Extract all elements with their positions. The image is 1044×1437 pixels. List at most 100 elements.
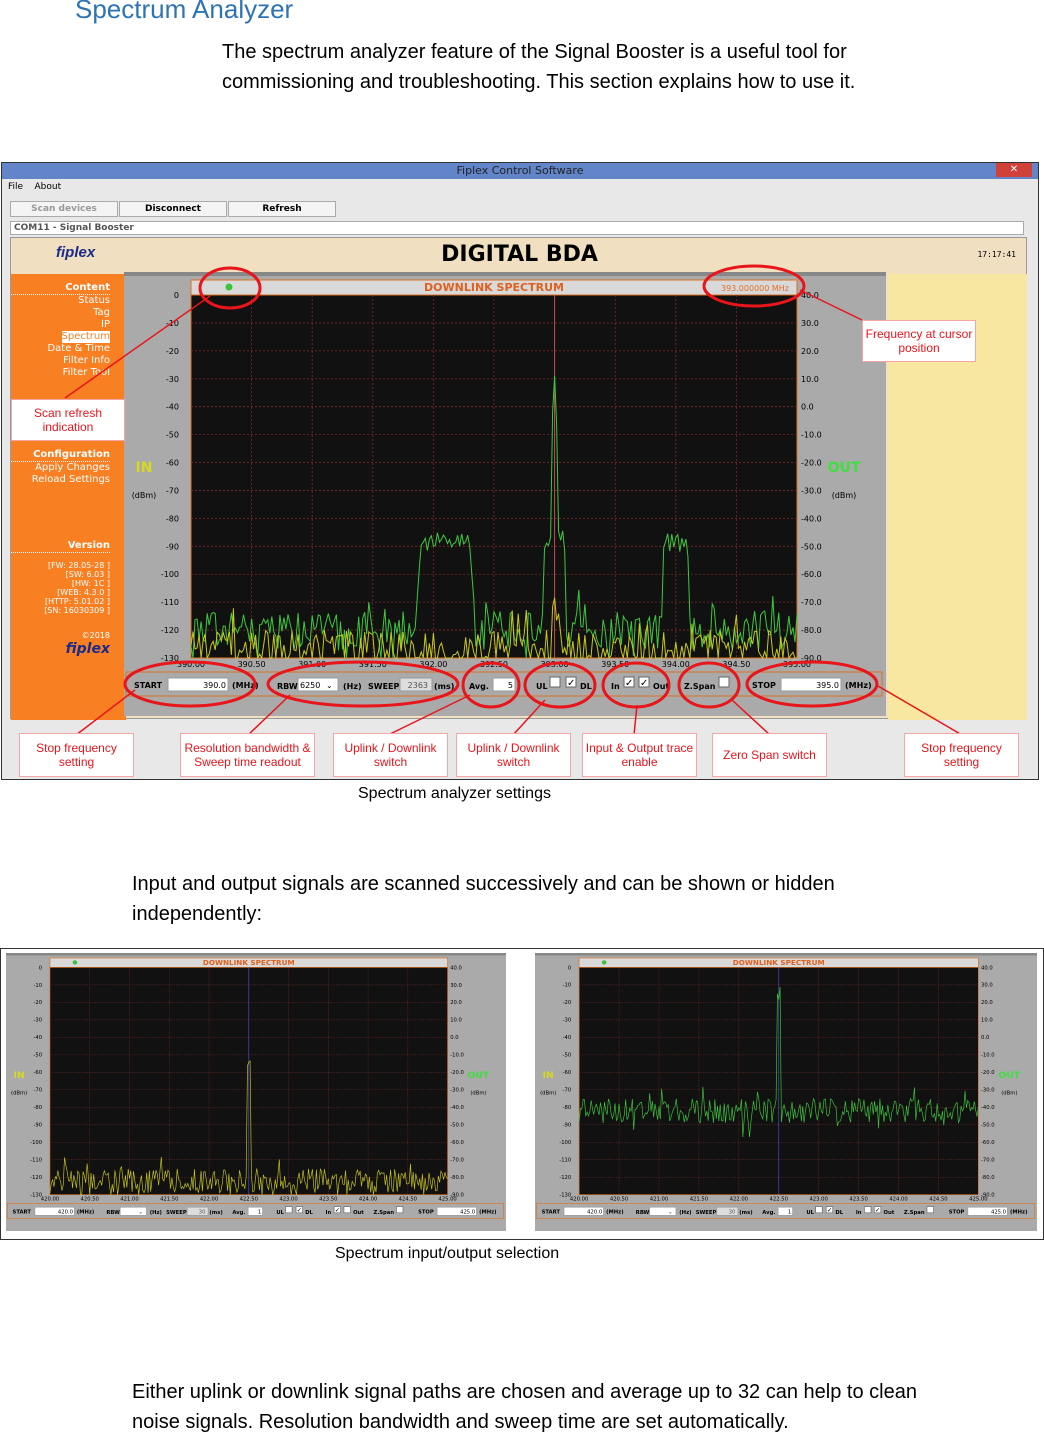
left-tick-label: -30: [563, 1018, 572, 1024]
right-tick-label: 0.0: [450, 1035, 458, 1041]
spectrum-title: DOWNLINK SPECTRUM: [203, 958, 295, 967]
callout-scan-refresh: Scan refresh indication: [11, 399, 125, 441]
left-tick-label: -20: [34, 1000, 43, 1006]
callout-ul-dl-2: Uplink / Downlink switch: [456, 733, 571, 777]
zero-span-checkbox[interactable]: [396, 1206, 404, 1214]
right-tick-label: -20.0: [450, 1070, 464, 1076]
left-tick-label: -40: [34, 1035, 43, 1041]
ul-label: UL: [806, 1210, 814, 1216]
in-axis-unit: (dBm): [11, 1091, 27, 1097]
right-tick-label: 40.0: [450, 965, 462, 971]
ul-checkbox[interactable]: [285, 1206, 293, 1214]
callout-pointer-line: [75, 689, 136, 736]
rbw-unit: (Hz): [150, 1210, 162, 1216]
avg-label: Avg.: [232, 1210, 245, 1216]
highlight-ellipse: [601, 661, 671, 709]
callout-stop-frequency: Stop frequency setting: [904, 733, 1019, 777]
left-tick-label: -10: [563, 983, 572, 989]
rbw-unit: (Hz): [679, 1210, 691, 1216]
x-tick-label: 424.00: [889, 1196, 907, 1202]
dl-label: DL: [835, 1210, 843, 1216]
zero-span-label: Z.Span: [904, 1210, 925, 1216]
left-tick-label: -100: [30, 1140, 42, 1146]
sweep-value: 30: [729, 1210, 736, 1216]
callout-pointer-line: [633, 704, 638, 736]
left-tick-label: -50: [563, 1053, 572, 1059]
left-tick-label: -40: [563, 1035, 572, 1041]
checkmark-icon: ✓: [827, 1206, 833, 1214]
x-tick-label: 421.00: [120, 1196, 138, 1202]
stop-unit: (MHz): [1010, 1210, 1027, 1216]
x-tick-label: 423.00: [809, 1196, 827, 1202]
highlight-ellipse: [198, 266, 262, 310]
callout-pointer-line: [64, 295, 211, 399]
highlight-ellipse: [461, 661, 521, 709]
right-tick-label: 20.0: [981, 1000, 993, 1006]
right-tick-label: -30.0: [981, 1088, 995, 1094]
left-tick-label: -80: [34, 1105, 43, 1111]
in-label: In: [326, 1210, 332, 1216]
ul-checkbox[interactable]: [815, 1206, 823, 1214]
right-tick-label: 20.0: [450, 1000, 462, 1006]
right-tick-label: 40.0: [981, 965, 993, 971]
x-tick-label: 420.00: [570, 1196, 588, 1202]
left-tick-label: -100: [559, 1140, 571, 1146]
x-tick-label: 424.00: [359, 1196, 377, 1202]
highlight-ellipse: [123, 660, 257, 708]
dl-label: DL: [305, 1210, 313, 1216]
callout-pointer-line: [799, 289, 863, 321]
left-tick-label: -90: [563, 1123, 572, 1129]
sweep-unit: (ms): [209, 1210, 222, 1216]
in-trace-checkbox[interactable]: [864, 1206, 872, 1214]
left-tick-label: -110: [30, 1158, 42, 1164]
x-tick-label: 420.50: [610, 1196, 628, 1202]
checkmark-icon: ✓: [297, 1206, 302, 1214]
callout-ul-dl-1: Uplink / Downlink switch: [333, 733, 448, 777]
start-label: START: [13, 1210, 32, 1216]
left-tick-label: -90: [34, 1123, 43, 1129]
left-tick-label: 0: [568, 965, 571, 971]
callout-pointer-line: [731, 699, 771, 736]
sweep-label: SWEEP: [166, 1210, 187, 1216]
stop-label: STOP: [418, 1210, 434, 1216]
rbw-label: RBW: [106, 1210, 120, 1216]
callout-pointer-line: [247, 694, 291, 736]
left-tick-label: -80: [563, 1105, 572, 1111]
out-axis-label: OUT: [999, 1071, 1021, 1081]
annotation-layer: [64, 264, 963, 736]
zero-span-checkbox[interactable]: [926, 1206, 934, 1214]
start-frequency-value: 420.0: [587, 1210, 602, 1216]
right-tick-label: 0.0: [981, 1035, 989, 1041]
zero-span-label: Z.Span: [373, 1210, 394, 1216]
callout-in-out: Input & Output trace enable: [582, 733, 697, 777]
right-tick-label: 30.0: [981, 983, 993, 989]
left-tick-label: -50: [34, 1053, 43, 1059]
out-trace-checkbox[interactable]: [343, 1206, 351, 1214]
callout-pointer-line: [877, 685, 963, 736]
left-tick-label: -60: [563, 1070, 572, 1076]
stop-frequency-value: 425.0: [460, 1210, 475, 1216]
average-value: 1: [788, 1210, 791, 1216]
right-tick-label: -10.0: [450, 1053, 464, 1059]
rbw-label: RBW: [636, 1210, 650, 1216]
x-tick-label: 421.50: [160, 1196, 178, 1202]
scan-refresh-indicator: [72, 960, 78, 965]
right-tick-label: -50.0: [450, 1123, 464, 1129]
x-tick-label: 424.50: [399, 1196, 417, 1202]
start-label: START: [542, 1210, 561, 1216]
left-tick-label: -110: [559, 1158, 571, 1164]
highlight-ellipse: [702, 264, 806, 308]
x-tick-label: 423.50: [319, 1196, 337, 1202]
paragraph-3: Either uplink or downlink signal paths a…: [132, 1381, 917, 1433]
right-tick-label: -50.0: [981, 1123, 995, 1129]
x-tick-label: 422.50: [240, 1196, 258, 1202]
out-label: Out: [884, 1210, 895, 1216]
stop-unit: (MHz): [479, 1210, 496, 1216]
paragraph-2: Input and output signals are scanned suc…: [132, 873, 835, 925]
sweep-label: SWEEP: [696, 1210, 717, 1216]
highlight-ellipse: [523, 661, 597, 709]
callout-rbw-sweep: Resolution bandwidth & Sweep time readou…: [180, 733, 315, 777]
in-axis-unit: (dBm): [540, 1091, 556, 1097]
figure-caption-2: Spectrum input/output selection: [335, 1245, 560, 1262]
checkmark-icon: ✓: [335, 1206, 340, 1214]
